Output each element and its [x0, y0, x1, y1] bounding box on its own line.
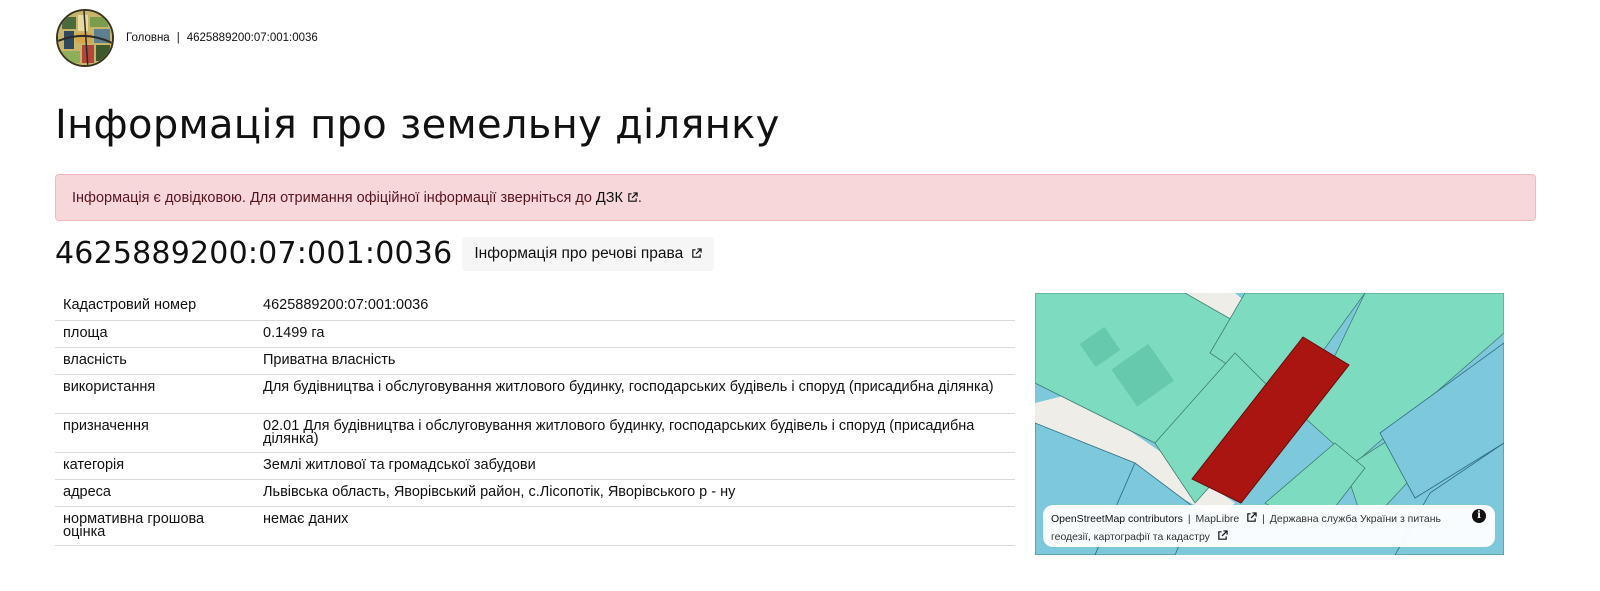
row-key: призначення	[55, 413, 255, 453]
property-rights-button[interactable]: Інформація про речові права	[462, 236, 715, 271]
row-key: нормативна грошова оцінка	[55, 506, 255, 546]
osm-attribution[interactable]: OpenStreetMap contributors	[1051, 513, 1183, 525]
external-link-icon	[692, 248, 702, 258]
alert-suffix: .	[637, 189, 642, 206]
row-value: Для будівництва і обслуговування житлово…	[255, 374, 1015, 414]
table-row: власність Приватна власність	[55, 347, 1015, 375]
info-alert: Інформація є довідковою. Для отримання о…	[55, 174, 1536, 221]
external-link-icon	[1218, 530, 1228, 540]
row-key: Кадастровий номер	[55, 293, 255, 321]
breadcrumb-separator: |	[176, 32, 180, 44]
dzk-link[interactable]: ДЗК	[596, 190, 638, 206]
row-key: власність	[55, 347, 255, 375]
row-value: Львівська область, Яворівський район, с.…	[255, 479, 1015, 507]
table-row: площа 0.1499 га	[55, 320, 1015, 348]
header: Головна | 4625889200:07:001:0036	[56, 9, 318, 67]
attribution-separator: |	[1187, 513, 1191, 525]
map-attribution: OpenStreetMap contributors | MapLibre | …	[1043, 505, 1495, 547]
cadastre-logo-icon[interactable]	[56, 9, 114, 67]
row-value: 0.1499 га	[255, 320, 1015, 348]
row-key: адреса	[55, 479, 255, 507]
external-link-icon	[1247, 512, 1257, 522]
row-value: немає даних	[255, 506, 1015, 546]
row-key: категорія	[55, 452, 255, 480]
table-row: нормативна грошова оцінка немає даних	[55, 506, 1015, 546]
row-value: 02.01 Для будівництва і обслуговування ж…	[255, 413, 1015, 453]
page-title: Інформація про земельну ділянку	[55, 102, 780, 148]
attribution-separator: |	[1262, 513, 1265, 525]
info-icon[interactable]: i	[1472, 509, 1486, 523]
row-value: 4625889200:07:001:0036	[255, 293, 1015, 321]
table-row: Кадастровий номер 4625889200:07:001:0036	[55, 293, 1015, 321]
table-row: використання Для будівництва і обслугову…	[55, 374, 1015, 414]
row-key: площа	[55, 320, 255, 348]
breadcrumb-home-link[interactable]: Головна	[126, 32, 170, 44]
table-row: призначення 02.01 Для будівництва і обсл…	[55, 413, 1015, 453]
row-value: Землі житлової та громадської забудови	[255, 452, 1015, 480]
breadcrumb-current: 4625889200:07:001:0036	[186, 32, 318, 44]
table-row: категорія Землі житлової та громадської …	[55, 452, 1015, 480]
parcel-info-table: Кадастровий номер 4625889200:07:001:0036…	[55, 293, 1015, 546]
maplibre-link[interactable]: MapLibre	[1195, 513, 1239, 525]
breadcrumb: Головна | 4625889200:07:001:0036	[126, 32, 318, 44]
dzk-link-label: ДЗК	[595, 189, 623, 206]
alert-text: Інформація є довідковою. Для отримання о…	[72, 189, 592, 206]
row-key: використання	[55, 374, 255, 414]
property-rights-label: Інформація про речові права	[474, 244, 684, 262]
parcel-header: 4625889200:07:001:0036 Інформація про ре…	[55, 236, 715, 271]
parcel-number: 4625889200:07:001:0036	[55, 236, 453, 271]
row-value: Приватна власність	[255, 347, 1015, 375]
external-link-icon	[628, 192, 638, 202]
table-row: адреса Львівська область, Яворівський ра…	[55, 479, 1015, 507]
